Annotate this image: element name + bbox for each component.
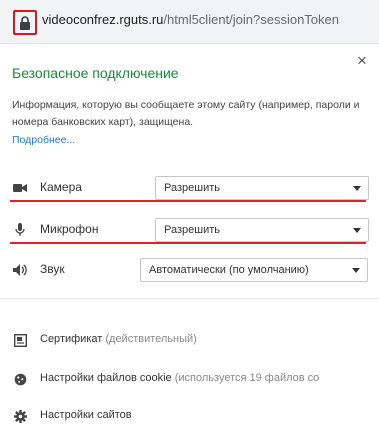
permission-sound: Звук Автоматически (по умолчанию) xyxy=(12,258,372,282)
certificate-status: (действительный) xyxy=(105,333,197,345)
chevron-down-icon xyxy=(353,228,361,233)
cookie-status: (используется 19 файлов co xyxy=(174,372,320,384)
cookie-icon xyxy=(12,371,28,387)
camera-highlight-line xyxy=(10,200,366,202)
certificate-label: Сертификат xyxy=(40,333,103,345)
microphone-icon xyxy=(12,222,28,238)
sound-permission-select[interactable]: Автоматически (по умолчанию) xyxy=(140,258,368,282)
connection-title: Безопасное подключение xyxy=(12,65,179,81)
microphone-permission-select[interactable]: Разрешить xyxy=(155,218,369,242)
chevron-down-icon xyxy=(353,186,361,191)
microphone-label: Микрофон xyxy=(40,222,99,236)
section-divider xyxy=(0,298,379,299)
certificate-row[interactable]: Сертификат (действительный) xyxy=(12,330,379,350)
permission-microphone: Микрофон Разрешить xyxy=(12,218,372,242)
url-host: videoconfrez.rguts.ru xyxy=(42,12,164,27)
certificate-label-text: Сертификат (действительный) xyxy=(40,333,197,345)
sound-label: Звук xyxy=(40,262,65,276)
camera-permission-select[interactable]: Разрешить xyxy=(155,176,369,200)
connection-info-text: Информация, которую вы сообщаете этому с… xyxy=(12,99,360,128)
cookie-label-text: Настройки файлов cookie (используется 19… xyxy=(40,372,319,384)
url-field[interactable]: videoconfrez.rguts.ru/html5client/join?s… xyxy=(42,12,339,27)
close-icon[interactable]: × xyxy=(357,52,367,69)
microphone-permission-value: Разрешить xyxy=(164,224,220,236)
site-settings-row[interactable]: Настройки сайтов xyxy=(12,406,379,426)
gear-icon xyxy=(12,408,28,424)
cookie-settings-row[interactable]: Настройки файлов cookie (используется 19… xyxy=(12,369,379,389)
cookie-label: Настройки файлов cookie xyxy=(40,372,172,384)
more-link[interactable]: Подробнее... xyxy=(12,134,75,146)
address-bar: videoconfrez.rguts.ru/html5client/join?s… xyxy=(0,0,379,44)
site-settings-label: Настройки сайтов xyxy=(40,409,132,421)
url-path: /html5client/join?sessionToken xyxy=(163,12,340,27)
site-info-button[interactable] xyxy=(13,10,37,35)
certificate-icon xyxy=(12,332,28,348)
site-info-popup: Безопасное подключение × Информация, кот… xyxy=(0,44,379,430)
chevron-down-icon xyxy=(352,268,360,273)
microphone-highlight-line xyxy=(10,242,366,244)
speaker-icon xyxy=(12,262,28,278)
sound-permission-value: Автоматически (по умолчанию) xyxy=(149,264,309,276)
camera-label: Камера xyxy=(40,180,82,194)
lock-icon xyxy=(20,15,30,30)
camera-permission-value: Разрешить xyxy=(164,182,220,194)
permission-camera: Камера Разрешить xyxy=(12,176,372,200)
camera-icon xyxy=(12,180,28,196)
